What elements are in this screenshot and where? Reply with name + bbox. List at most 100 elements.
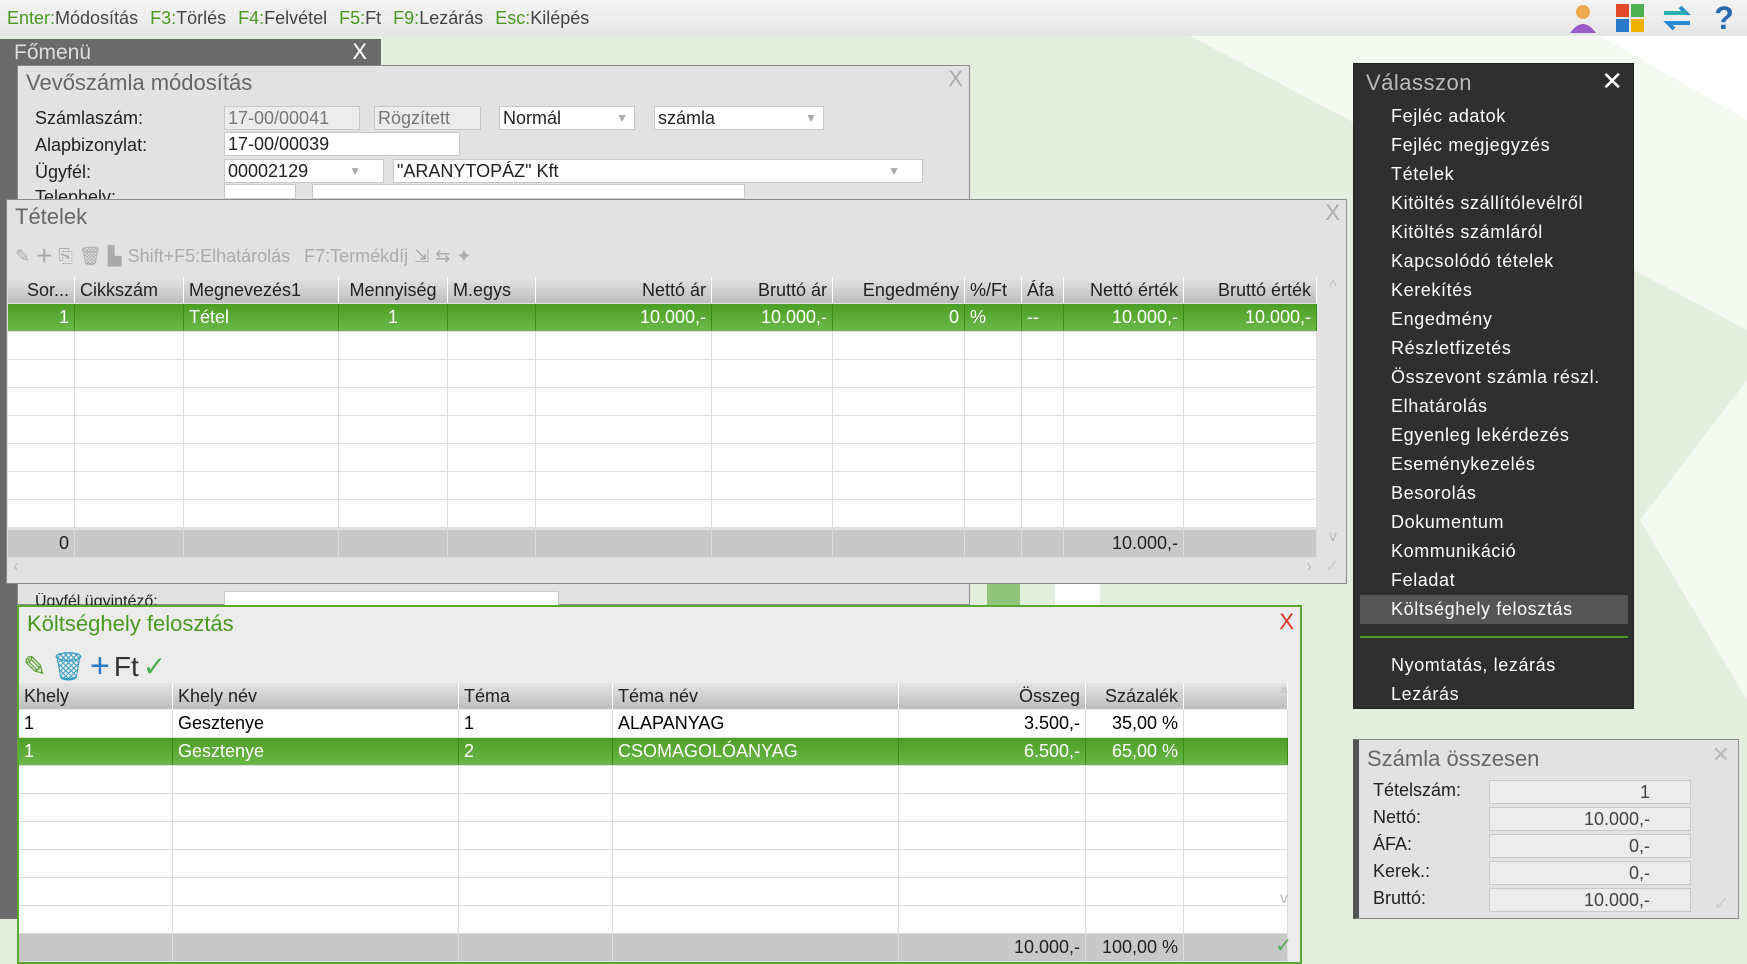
product-fee-button[interactable]: F7:Termékdíj (304, 246, 408, 267)
cost-vscrollbar[interactable]: ^ v (1272, 685, 1296, 915)
menu-item[interactable]: Nyomtatás, lezárás (1360, 651, 1628, 680)
column-header[interactable]: Százalék (1086, 683, 1184, 709)
column-header[interactable]: Téma (459, 683, 613, 709)
site-name-field[interactable] (312, 184, 745, 199)
site-code-field[interactable] (224, 184, 296, 199)
column-header[interactable]: Összeg (899, 683, 1086, 709)
table-footer-row[interactable]: 0 10.000,- (8, 530, 1317, 558)
column-header[interactable]: Engedmény (833, 277, 965, 303)
import-icon[interactable]: ⇲ (414, 246, 429, 267)
check-icon[interactable]: ✓ (143, 650, 166, 683)
menu-item[interactable]: Lezárás (1360, 680, 1628, 709)
menu-item[interactable]: Fejléc adatok (1360, 102, 1628, 131)
empty-row[interactable] (19, 878, 1288, 906)
column-header[interactable]: Téma név (613, 683, 899, 709)
confirm-icon[interactable]: ✓ (1275, 933, 1292, 958)
table-row[interactable]: 1 Tétel 1 10.000,- 10.000,- 0% -- 10.000,- 10.00… (8, 304, 1317, 332)
truck-icon[interactable]: ▙ (108, 246, 122, 267)
menu-item[interactable]: Kapcsolódó tételek (1360, 247, 1628, 276)
menu-item[interactable]: Elhatárolás (1360, 392, 1628, 421)
column-header[interactable]: Megnevezés1 (184, 277, 339, 303)
help-icon[interactable]: ? (1707, 0, 1741, 36)
transfer-icon[interactable]: ⇆ (435, 246, 450, 267)
cost-close[interactable]: X (1279, 609, 1294, 635)
column-header[interactable]: Bruttó ár (712, 277, 833, 303)
table-row[interactable]: 1 Gesztenye 1 ALAPANYAG 3.500,- 35,00 % (19, 710, 1288, 738)
column-header[interactable]: Áfa (1022, 277, 1064, 303)
empty-row[interactable] (8, 388, 1317, 416)
menu-item[interactable]: Egyenleg lekérdezés (1360, 421, 1628, 450)
confirm-icon[interactable]: ✓ (1325, 556, 1340, 577)
type-select[interactable]: Normál ▼ (499, 106, 635, 130)
agent-field[interactable] (224, 591, 559, 606)
column-header[interactable]: Khely név (173, 683, 459, 709)
empty-row[interactable] (19, 906, 1288, 934)
empty-row[interactable] (8, 332, 1317, 360)
pin-icon[interactable]: ✦ (456, 246, 471, 267)
shortcut-2[interactable]: F4:Felvétel (238, 8, 327, 29)
column-header[interactable]: Mennyiség (339, 277, 448, 303)
shortcut-0[interactable]: Enter:Módosítás (7, 8, 138, 29)
column-header[interactable]: Khely (19, 683, 173, 709)
column-header[interactable]: Cikkszám (75, 277, 184, 303)
delete-icon[interactable]: 🗑 (79, 246, 102, 267)
empty-row[interactable] (8, 360, 1317, 388)
copy-icon[interactable]: ⎘ (58, 246, 72, 267)
delete-icon[interactable]: 🗑 (50, 650, 86, 683)
menu-item[interactable]: Költséghely felosztás (1360, 595, 1628, 624)
empty-row[interactable] (8, 472, 1317, 500)
invoice-close[interactable]: X (948, 66, 963, 92)
invoice-number-field[interactable]: 17-00/00041 (224, 106, 360, 130)
menu-item[interactable]: Fejléc megjegyzés (1360, 131, 1628, 160)
empty-row[interactable] (19, 822, 1288, 850)
empty-row[interactable] (8, 416, 1317, 444)
edit-icon[interactable]: ✎ (15, 246, 30, 267)
menu-item[interactable]: Kommunikáció (1360, 537, 1628, 566)
menu-item[interactable]: Kitöltés szállítólevélről (1360, 189, 1628, 218)
shortcut-4[interactable]: F9:Lezárás (393, 8, 483, 29)
shortcut-1[interactable]: F3:Törlés (150, 8, 226, 29)
base-document-field[interactable]: 17-00/00039 (224, 132, 460, 156)
shortcut-5[interactable]: Esc:Kilépés (495, 8, 589, 29)
empty-row[interactable] (19, 850, 1288, 878)
main-menu-close[interactable]: X (352, 39, 367, 65)
tiles-icon[interactable] (1613, 2, 1647, 34)
column-header[interactable]: Nettó érték (1064, 277, 1184, 303)
shortcut-3[interactable]: F5:Ft (339, 8, 381, 29)
menu-item[interactable]: Engedmény (1360, 305, 1628, 334)
accrual-button[interactable]: Shift+F5:Elhatárolás (128, 246, 291, 267)
user-icon[interactable] (1566, 2, 1600, 34)
edit-icon[interactable]: ✎ (23, 650, 46, 683)
empty-row[interactable] (8, 500, 1317, 528)
choose-close[interactable]: ✕ (1601, 66, 1623, 97)
kind-select[interactable]: számla ▼ (654, 106, 824, 130)
table-row[interactable]: 1 Gesztenye 2 CSOMAGOLÓANYAG 6.500,- 65,00 % (19, 738, 1288, 766)
menu-item[interactable]: Feladat (1360, 566, 1628, 595)
client-code-select[interactable]: 00002129 ▼ (224, 159, 384, 183)
menu-item[interactable]: Tételek (1360, 160, 1628, 189)
scroll-left-icon[interactable]: ‹ (13, 556, 19, 577)
column-header[interactable]: %/Ft (965, 277, 1022, 303)
column-header[interactable]: Bruttó érték (1184, 277, 1317, 303)
scroll-right-icon[interactable]: › (1306, 556, 1312, 577)
add-icon[interactable]: + (36, 240, 52, 272)
swap-icon[interactable] (1660, 2, 1694, 34)
empty-row[interactable] (8, 444, 1317, 472)
menu-item[interactable]: Eseménykezelés (1360, 450, 1628, 479)
menu-item[interactable]: Kerekítés (1360, 276, 1628, 305)
totals-close[interactable]: ✕ (1712, 742, 1730, 768)
column-header[interactable]: Sor... (8, 277, 75, 303)
add-icon[interactable]: + (90, 647, 110, 686)
menu-item[interactable]: Dokumentum (1360, 508, 1628, 537)
column-header[interactable]: Nettó ár (536, 277, 712, 303)
menu-item[interactable]: Összevont számla részl. (1360, 363, 1628, 392)
ft-button[interactable]: Ft (114, 651, 139, 683)
empty-row[interactable] (19, 794, 1288, 822)
menu-item[interactable]: Részletfizetés (1360, 334, 1628, 363)
menu-item[interactable]: Besorolás (1360, 479, 1628, 508)
empty-row[interactable] (19, 766, 1288, 794)
column-header[interactable]: M.egys (448, 277, 536, 303)
items-close[interactable]: X (1325, 200, 1340, 226)
confirm-icon[interactable]: ✓ (1713, 891, 1730, 916)
client-name-select[interactable]: "ARANYTOPÁZ" Kft ▼ (393, 159, 923, 183)
